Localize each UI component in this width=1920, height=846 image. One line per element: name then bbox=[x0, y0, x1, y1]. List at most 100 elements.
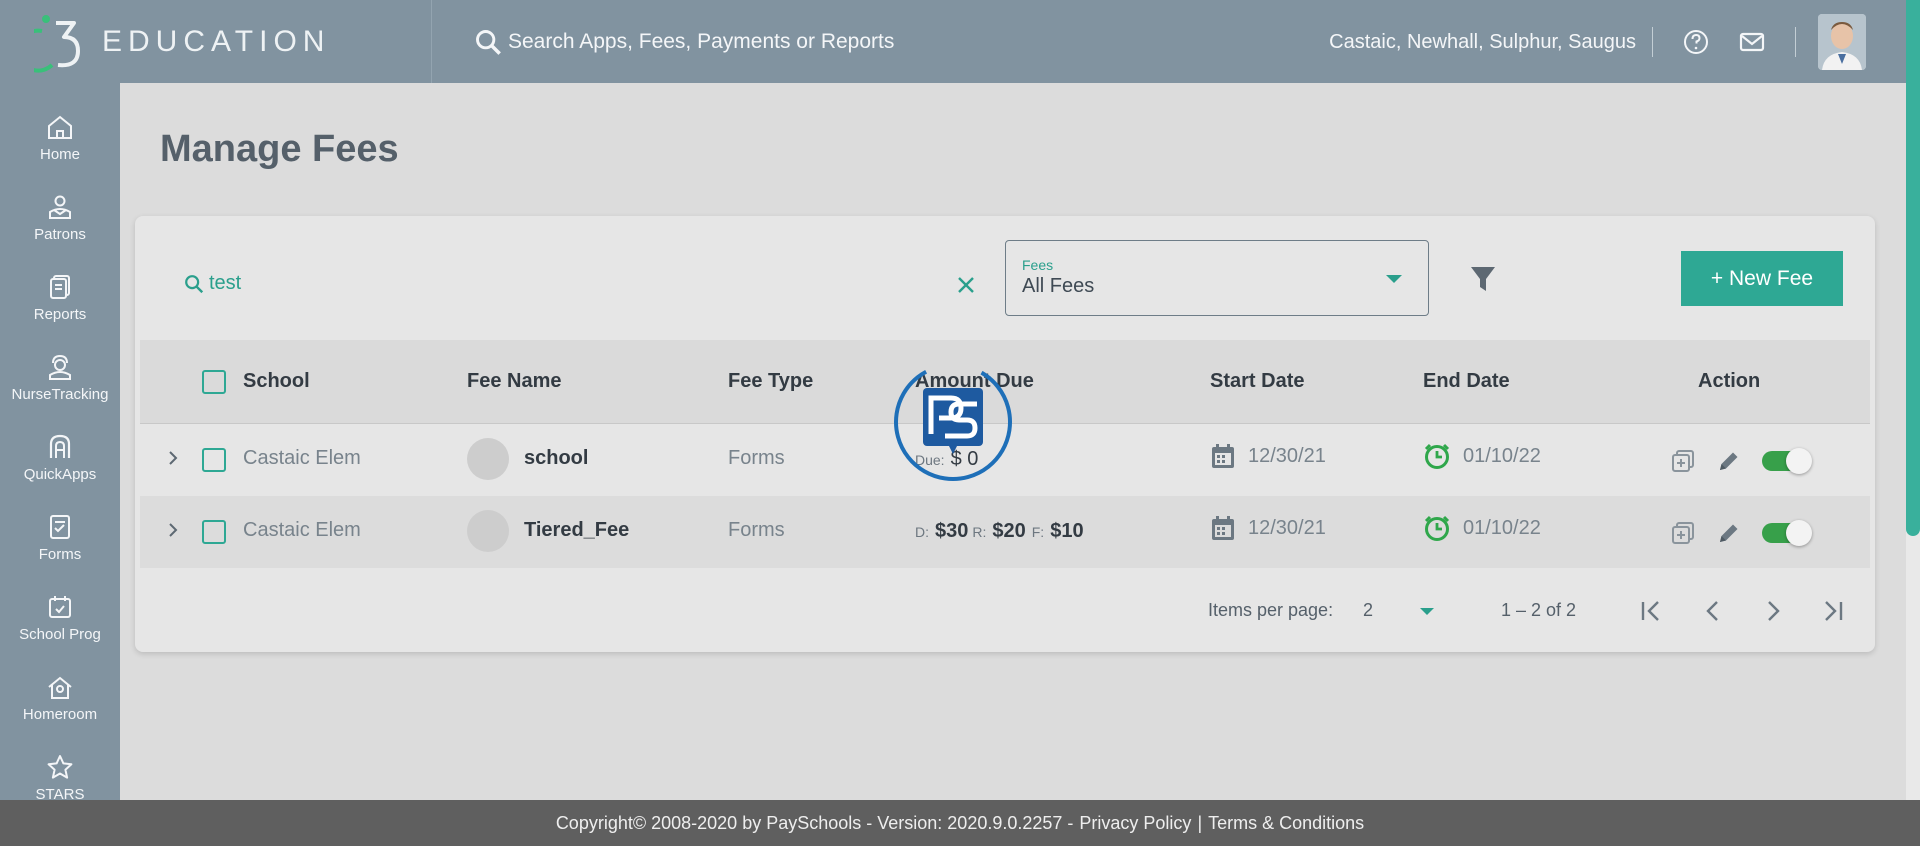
items-per-page-select[interactable]: 2 bbox=[1363, 600, 1373, 621]
next-page-icon[interactable] bbox=[1760, 598, 1786, 624]
end-date-cell: 01/10/22 bbox=[1423, 442, 1541, 470]
global-search-placeholder: Search Apps, Fees, Payments or Reports bbox=[508, 29, 895, 53]
fee-avatar bbox=[467, 438, 509, 480]
edit-pencil-icon[interactable] bbox=[1716, 448, 1742, 474]
last-page-icon[interactable] bbox=[1820, 598, 1846, 624]
fee-name-cell[interactable]: Tiered_Fee bbox=[524, 519, 629, 542]
sidebar-item-forms[interactable]: Forms bbox=[0, 498, 120, 578]
forms-icon bbox=[50, 514, 70, 539]
col-end-date[interactable]: End Date bbox=[1423, 370, 1510, 393]
start-date-cell: 12/30/21 bbox=[1210, 514, 1326, 542]
sidebar-item-homeroom[interactable]: Homeroom bbox=[0, 658, 120, 738]
star-icon bbox=[47, 754, 73, 779]
fees-select[interactable]: Fees All Fees bbox=[1005, 240, 1429, 316]
divider bbox=[1795, 26, 1796, 57]
sidebar-item-label: Homeroom bbox=[22, 705, 98, 723]
page-scrollbar-thumb[interactable] bbox=[1906, 0, 1920, 536]
top-right-area: Castaic, Newhall, Sulphur, Saugus bbox=[1329, 0, 1866, 83]
footer-divider: | bbox=[1197, 812, 1203, 833]
row-actions bbox=[1670, 520, 1812, 546]
global-search[interactable]: Search Apps, Fees, Payments or Reports bbox=[474, 28, 894, 56]
loading-spinner-icon bbox=[893, 362, 1013, 482]
amount-value: $20 bbox=[992, 520, 1026, 542]
school-cell: Castaic Elem bbox=[243, 447, 361, 469]
sidebar-item-home[interactable]: Home bbox=[0, 98, 120, 178]
fees-select-label: Fees bbox=[1022, 257, 1054, 273]
sidebar: Home Patrons Reports NurseTracking Quick… bbox=[0, 83, 120, 803]
end-date-cell: 01/10/22 bbox=[1423, 514, 1541, 542]
amount-label: F: bbox=[1031, 524, 1045, 540]
start-date-cell: 12/30/21 bbox=[1210, 442, 1326, 470]
fees-select-value: All Fees bbox=[1022, 275, 1095, 297]
district-selector[interactable]: Castaic, Newhall, Sulphur, Saugus bbox=[1329, 26, 1653, 57]
app-logo[interactable]: EDUCATION bbox=[0, 0, 432, 83]
paginator: Items per page: 2 1 – 2 of 2 bbox=[135, 568, 1875, 652]
fee-search-input[interactable]: test bbox=[183, 272, 241, 295]
search-icon bbox=[185, 274, 204, 293]
page-title: Manage Fees bbox=[160, 128, 399, 170]
sidebar-item-label: Patrons bbox=[34, 225, 86, 243]
toggle-knob bbox=[1786, 520, 1812, 546]
fee-type-cell: Forms bbox=[728, 519, 785, 541]
active-toggle[interactable] bbox=[1762, 448, 1812, 474]
fee-avatar bbox=[467, 510, 509, 552]
amount-label: D: bbox=[915, 524, 929, 540]
sidebar-item-label: Reports bbox=[33, 305, 87, 323]
edit-pencil-icon[interactable] bbox=[1716, 520, 1742, 546]
clock-icon bbox=[1424, 443, 1450, 469]
calendar-icon bbox=[49, 595, 71, 618]
select-all-checkbox[interactable] bbox=[202, 370, 226, 394]
new-fee-button[interactable]: + New Fee bbox=[1681, 251, 1843, 306]
fee-search-value: test bbox=[209, 272, 242, 294]
row-checkbox[interactable] bbox=[202, 520, 226, 544]
chevron-down-icon[interactable] bbox=[1420, 608, 1434, 615]
col-start-date[interactable]: Start Date bbox=[1210, 370, 1304, 393]
active-toggle[interactable] bbox=[1762, 520, 1812, 546]
sidebar-item-school-prog[interactable]: School Prog bbox=[0, 578, 120, 658]
col-fee-type[interactable]: Fee Type bbox=[728, 370, 813, 393]
filter-icon[interactable] bbox=[1469, 264, 1497, 299]
search-icon bbox=[476, 29, 501, 55]
table-row: Castaic Elem Tiered_Fee Forms D: $30 R: … bbox=[140, 496, 1870, 568]
sidebar-item-label: Forms bbox=[38, 545, 82, 563]
sidebar-item-label: School Prog bbox=[19, 625, 101, 643]
end-date-value: 01/10/22 bbox=[1463, 516, 1541, 539]
chevron-right-icon[interactable] bbox=[166, 520, 180, 545]
amount-value: $10 bbox=[1050, 520, 1084, 542]
prev-page-icon[interactable] bbox=[1700, 598, 1726, 624]
row-actions bbox=[1670, 448, 1812, 474]
sidebar-item-nursetracking[interactable]: NurseTracking bbox=[0, 338, 120, 418]
fee-name-cell[interactable]: school bbox=[524, 447, 588, 470]
help-icon[interactable] bbox=[1683, 29, 1709, 55]
homeroom-icon bbox=[48, 676, 72, 699]
col-action: Action bbox=[1698, 370, 1761, 392]
privacy-policy-link[interactable]: Privacy Policy bbox=[1079, 813, 1191, 834]
i3-logo-icon bbox=[16, 11, 92, 73]
clock-icon bbox=[1424, 515, 1450, 541]
fee-type-cell: Forms bbox=[728, 447, 785, 469]
sidebar-item-patrons[interactable]: Patrons bbox=[0, 178, 120, 258]
sidebar-item-reports[interactable]: Reports bbox=[0, 258, 120, 338]
footer-copyright: Copyright© 2008-2020 by PaySchools - Ver… bbox=[555, 812, 1074, 833]
row-checkbox[interactable] bbox=[202, 448, 226, 472]
copy-icon[interactable] bbox=[1670, 448, 1696, 474]
quickapps-icon bbox=[49, 434, 71, 458]
col-school[interactable]: School bbox=[243, 370, 310, 393]
footer: Copyright© 2008-2020 by PaySchools - Ver… bbox=[0, 800, 1920, 846]
items-per-page-label: Items per page: bbox=[1208, 600, 1334, 620]
amount-due-cell: D: $30 R: $20 F: $10 bbox=[915, 520, 1088, 543]
top-bar: EDUCATION Search Apps, Fees, Payments or… bbox=[0, 0, 1906, 83]
first-page-icon[interactable] bbox=[1638, 598, 1664, 624]
mail-icon[interactable] bbox=[1739, 31, 1765, 53]
clear-search-icon[interactable] bbox=[955, 274, 977, 301]
col-fee-name[interactable]: Fee Name bbox=[467, 370, 562, 393]
logo-text: EDUCATION bbox=[102, 24, 331, 58]
chevron-right-icon[interactable] bbox=[166, 448, 180, 473]
sidebar-item-quickapps[interactable]: QuickApps bbox=[0, 418, 120, 498]
copy-icon[interactable] bbox=[1670, 520, 1696, 546]
school-cell: Castaic Elem bbox=[243, 519, 361, 541]
terms-link[interactable]: Terms & Conditions bbox=[1208, 813, 1364, 834]
toggle-knob bbox=[1786, 448, 1812, 474]
user-avatar[interactable] bbox=[1818, 13, 1866, 70]
filter-bar: test Fees All Fees + New Fee bbox=[135, 216, 1875, 340]
